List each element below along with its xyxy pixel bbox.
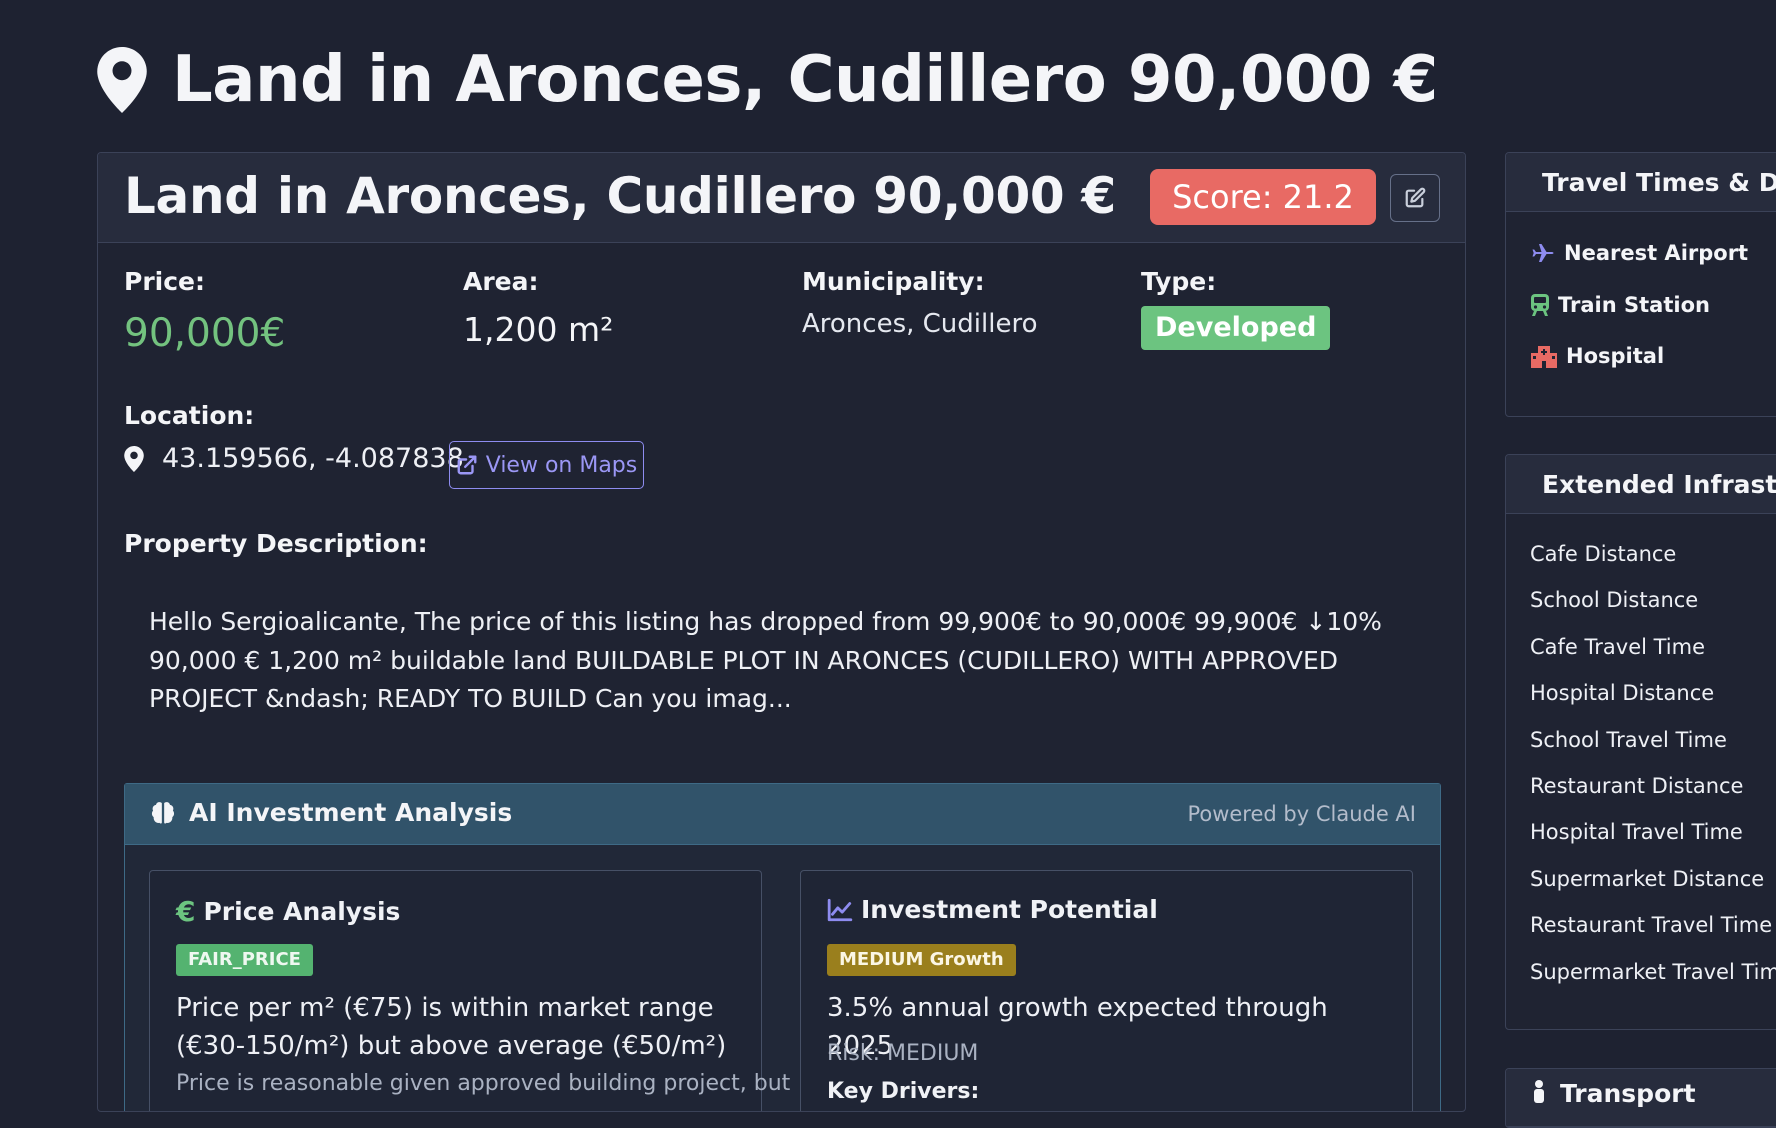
travel-times-header: Travel Times & Distances xyxy=(1506,153,1776,212)
airplane-icon xyxy=(1532,244,1554,262)
price-analysis-more: Price is reasonable given approved build… xyxy=(176,1071,791,1096)
travel-item-label: Hospital xyxy=(1566,344,1665,368)
key-drivers-label: Key Drivers: xyxy=(827,1079,980,1104)
price-analysis-text: Price per m² (€75) is within market rang… xyxy=(176,993,727,1061)
ai-analysis-title-text: AI Investment Analysis xyxy=(189,798,513,827)
infra-item: School Travel Time xyxy=(1530,728,1727,752)
property-description: Hello Sergioalicante, The price of this … xyxy=(149,607,1382,713)
infra-item: Cafe Distance xyxy=(1530,542,1677,566)
price-label: Price: xyxy=(124,267,205,296)
investment-potential-title-text: Investment Potential xyxy=(861,895,1158,924)
price-analysis-title-text: Price Analysis xyxy=(203,897,401,926)
brain-icon xyxy=(151,801,175,824)
municipality-value: Aronces, Cudillero xyxy=(802,309,1038,339)
page-header: Land in Aronces, Cudillero 90,000 € xyxy=(96,40,1438,120)
fair-price-tag: FAIR_PRICE xyxy=(176,944,313,976)
investment-potential-title: Investment Potential xyxy=(827,895,1158,924)
infra-item: School Distance xyxy=(1530,588,1699,612)
investment-potential-card: Investment Potential MEDIUM Growth 3.5% … xyxy=(800,870,1413,1111)
train-icon xyxy=(1531,294,1549,316)
map-pin-icon xyxy=(97,47,147,113)
transport-header: Transport xyxy=(1506,1069,1776,1127)
page-title: Land in Aronces, Cudillero 90,000 € xyxy=(172,43,1438,117)
infra-item: Supermarket Distance xyxy=(1530,867,1765,891)
euro-icon: € xyxy=(176,895,196,928)
powered-by-label: Powered by Claude AI xyxy=(1187,802,1416,826)
infrastructure-title: Extended Infrastructure xyxy=(1542,469,1776,499)
price-analysis-card: € Price Analysis FAIR_PRICE Price per m²… xyxy=(149,870,790,1111)
price-analysis-title: € Price Analysis xyxy=(176,895,400,928)
card-header: Land in Aronces, Cudillero 90,000 € Scor… xyxy=(98,153,1465,243)
travel-item-label: Train Station xyxy=(1558,293,1710,317)
risk-label: Risk: MEDIUM xyxy=(827,1041,979,1066)
price-value: 90,000€ xyxy=(124,311,286,356)
municipality-label: Municipality: xyxy=(802,267,985,296)
type-label: Type: xyxy=(1141,267,1217,296)
type-badge: Developed xyxy=(1141,306,1331,350)
line-chart-icon xyxy=(827,898,853,921)
location-label: Location: xyxy=(124,401,255,430)
coordinates-text: 43.159566, -4.087838 xyxy=(162,443,464,474)
hospital-icon xyxy=(1531,346,1557,368)
card-title: Land in Aronces, Cudillero 90,000 € xyxy=(124,167,1117,225)
growth-tag: MEDIUM Growth xyxy=(827,944,1016,976)
area-value: 1,200 m² xyxy=(463,310,614,349)
map-pin-icon xyxy=(124,445,144,472)
infra-item: Supermarket Travel Time xyxy=(1530,960,1776,984)
ai-analysis-panel: AI Investment Analysis Powered by Claude… xyxy=(124,783,1441,1111)
view-on-maps-button[interactable]: View on Maps xyxy=(449,441,644,489)
area-label: Area: xyxy=(463,267,539,296)
travel-item-hospital: Hospital xyxy=(1530,344,1664,368)
view-on-maps-label: View on Maps xyxy=(485,452,638,478)
external-link-icon xyxy=(457,455,477,475)
description-label: Property Description: xyxy=(124,529,428,558)
score-badge: Score: 21.2 xyxy=(1150,169,1376,225)
transport-card: Transport xyxy=(1505,1068,1776,1128)
infra-item: Restaurant Travel Time xyxy=(1530,913,1773,937)
travel-item-label: Nearest Airport xyxy=(1564,241,1749,265)
ai-analysis-header: AI Investment Analysis Powered by Claude… xyxy=(125,784,1440,845)
ai-analysis-title: AI Investment Analysis xyxy=(149,798,512,827)
edit-icon xyxy=(1405,187,1426,208)
travel-item-train: Train Station xyxy=(1530,293,1710,317)
property-card: Land in Aronces, Cudillero 90,000 € Scor… xyxy=(97,152,1466,1112)
edit-button[interactable] xyxy=(1390,174,1440,222)
infrastructure-header: Extended Infrastructure xyxy=(1506,455,1776,514)
infra-item: Cafe Travel Time xyxy=(1530,635,1706,659)
infrastructure-card: Extended Infrastructure Cafe Distance Sc… xyxy=(1505,454,1776,1030)
coordinates: 43.159566, -4.087838 xyxy=(124,443,464,474)
travel-times-card: Travel Times & Distances Nearest Airport… xyxy=(1505,152,1776,417)
travel-item-airport: Nearest Airport xyxy=(1530,241,1748,265)
person-icon xyxy=(1534,1080,1544,1103)
infra-item: Restaurant Distance xyxy=(1530,774,1744,798)
infra-item: Hospital Distance xyxy=(1530,681,1715,705)
infra-item: Hospital Travel Time xyxy=(1530,820,1743,844)
travel-times-title: Travel Times & Distances xyxy=(1542,167,1776,197)
